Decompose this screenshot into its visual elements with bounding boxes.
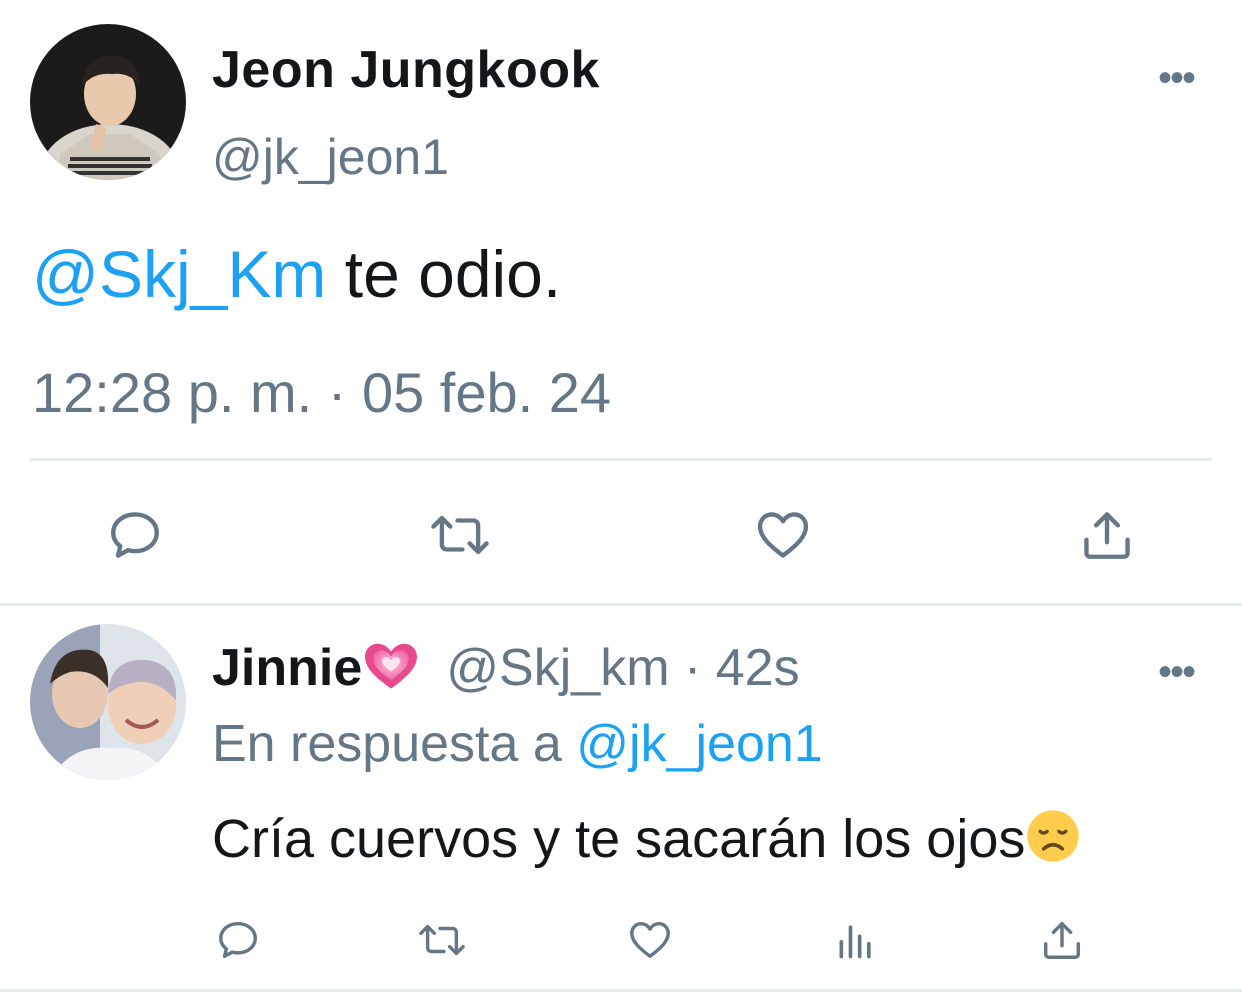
tweet-text: @Skj_Km te odio. (32, 236, 561, 312)
in-reply-to: En respuesta a @jk_jeon1 (212, 714, 823, 774)
share-icon (1043, 921, 1081, 959)
analytics-icon (839, 925, 871, 959)
reply-author-name[interactable]: Jinnie (212, 639, 362, 697)
reply-body: Cría cuervos y te sacarán los ojos (212, 809, 1026, 869)
like-button[interactable] (748, 500, 818, 570)
reply-age[interactable]: 42s (716, 639, 800, 697)
reply-text: Cría cuervos y te sacarán los ojos (212, 808, 1081, 877)
in-reply-prefix: En respuesta a (212, 715, 577, 773)
reply-analytics-button[interactable] (830, 912, 882, 968)
like-icon (757, 512, 809, 558)
tweet-date: 05 feb. 24 (361, 361, 612, 424)
mention-link[interactable]: @Skj_Km (32, 237, 326, 311)
section-divider (0, 603, 1242, 606)
reply-share-button[interactable] (1034, 912, 1090, 968)
author-name[interactable]: Jeon Jungkook (212, 40, 600, 100)
reply-separator: · (669, 639, 716, 697)
reply-author-avatar[interactable] (30, 624, 186, 780)
growing-heart-emoji (362, 639, 420, 704)
reply-more-options-icon[interactable]: ••• (1158, 650, 1196, 694)
reply-reply-button[interactable] (212, 912, 264, 968)
divider (30, 458, 1212, 461)
retweet-icon (419, 924, 465, 956)
reply-more-options-label: ••• (1158, 650, 1196, 694)
reply-icon (111, 512, 159, 558)
retweet-button[interactable] (422, 500, 498, 570)
more-options-label: ••• (1158, 56, 1196, 100)
more-options-icon[interactable]: ••• (1158, 56, 1196, 100)
author-handle[interactable]: @jk_jeon1 (212, 128, 449, 186)
disappointed-face-emoji (1025, 808, 1081, 877)
like-icon (630, 921, 670, 959)
meta-separator: · (312, 361, 362, 424)
reply-header: Jinnie @Skj_km · 42s (212, 638, 800, 704)
reply-button[interactable] (100, 500, 170, 570)
author-avatar[interactable] (30, 24, 186, 180)
share-icon (1084, 512, 1130, 559)
bottom-divider (0, 989, 1242, 992)
reply-like-button[interactable] (622, 912, 678, 968)
tweet-time: 12:28 p. m. (32, 361, 313, 424)
tweet-body: te odio. (326, 237, 562, 311)
share-button[interactable] (1072, 500, 1142, 570)
reply-icon (219, 921, 257, 959)
retweet-icon (431, 515, 489, 555)
reply-author-handle[interactable]: @Skj_km (446, 639, 669, 697)
reply-retweet-button[interactable] (412, 912, 472, 968)
tweet-timestamp[interactable]: 12:28 p. m. · 05 feb. 24 (32, 360, 611, 425)
in-reply-handle[interactable]: @jk_jeon1 (576, 715, 823, 773)
